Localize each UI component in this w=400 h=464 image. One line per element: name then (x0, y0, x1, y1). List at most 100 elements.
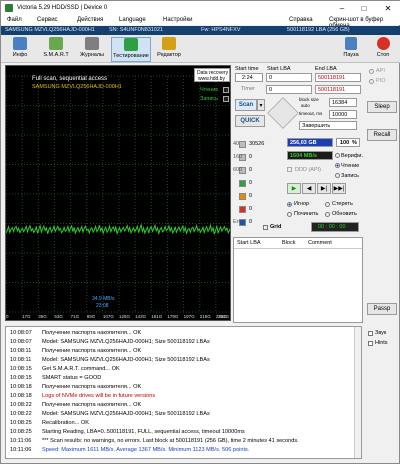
log-time: 10:08:07 (10, 330, 32, 336)
scan-button[interactable]: Scan (235, 99, 257, 111)
stat-swatch (239, 141, 246, 148)
write-radio[interactable] (335, 173, 340, 178)
end-button[interactable]: ▶▶| (332, 183, 346, 194)
end-lba2-field[interactable]: 500118191 (315, 85, 361, 94)
log-row: 10:08:25 Recalibration... OK (10, 420, 89, 426)
start-lba-field[interactable]: 0 (266, 73, 312, 82)
stat-count: 30526 (249, 141, 265, 147)
log-time: 10:08:22 (10, 411, 32, 417)
ignore-label: Игнор (294, 201, 310, 207)
end-lba-field[interactable]: 500118191 (315, 73, 361, 82)
maximize-icon[interactable]: □ (353, 1, 375, 15)
sound-checkbox[interactable] (368, 331, 373, 336)
menu-item-file[interactable]: Файл (7, 16, 22, 24)
test-button[interactable]: Тестирование (111, 37, 151, 62)
x-tick-label: 71G (70, 314, 80, 319)
timeout-select[interactable]: 10000 (329, 110, 357, 119)
timer-field[interactable]: 0 (266, 85, 312, 94)
log-message: Model: SAMSUNG MZVLQ256HAJD-000H1; Size … (42, 411, 210, 417)
log-message: Получение паспорта накопителя... OK (42, 330, 142, 336)
scan-dropdown[interactable]: ▾ (257, 99, 265, 111)
back-button[interactable]: ◀ (302, 183, 316, 194)
log-message: *** Scan results: no warnings, no errors… (42, 438, 299, 444)
info-button[interactable]: Инфо (4, 37, 36, 62)
write-checkbox[interactable] (223, 96, 229, 102)
test-icon (124, 38, 138, 51)
grid-time-value: 00 : 00 : 00 (318, 224, 346, 230)
ddd-checkbox[interactable] (287, 167, 292, 172)
badge-line2: www.hdd.by (198, 76, 225, 82)
plot-model: SAMSUNG MZVLQ256HAJD-000H1 (32, 84, 122, 90)
block-auto-label: auto (301, 103, 310, 108)
log-row: 10:08:11 Получение паспорта накопителя...… (10, 348, 141, 354)
editor-button[interactable]: Редактор (153, 37, 185, 62)
pio-radio[interactable] (369, 79, 374, 84)
log-time: 10:11:06 (10, 438, 32, 444)
close-icon[interactable]: ✕ (377, 1, 399, 15)
log-time: 10:11:06 (10, 447, 32, 453)
recall-button[interactable]: Recall (367, 129, 397, 141)
passp-label: Passp (373, 306, 391, 312)
stat-label: 160 (233, 154, 243, 160)
api-radio[interactable] (369, 69, 374, 74)
passp-button[interactable]: Passp (367, 303, 397, 315)
end-action-select[interactable]: Завершить (299, 121, 357, 130)
timer-label: Timer (241, 86, 255, 92)
col-comment: Comment (308, 240, 332, 246)
smart-button[interactable]: S.M.A.R.T (40, 37, 72, 62)
pause-icon (345, 37, 357, 50)
menu-item-settings[interactable]: Настройки (163, 16, 192, 24)
table-header-divider (234, 248, 362, 249)
data-recovery-badge[interactable]: Data recovery www.hdd.by (194, 68, 230, 82)
x-tick-label: 125G (119, 314, 131, 319)
scan-plot: Full scan, sequential access SAMSUNG MZV… (5, 65, 231, 321)
timer-value: 0 (269, 87, 273, 93)
menu-item-help[interactable]: Справка (289, 16, 313, 24)
hints-checkbox[interactable] (368, 341, 373, 346)
log-row: 10:08:11 Model: SAMSUNG MZVLQ256HAJD-000H… (10, 357, 210, 363)
info-icon (13, 37, 27, 50)
log-message: Logs of NVMe drives will be in future ve… (42, 393, 156, 399)
stat-label: 600 (233, 167, 243, 173)
grid-checkbox[interactable] (263, 225, 268, 230)
title-bar[interactable]: Victoria 5.29 HDD/SSD | Device 0 – □ ✕ (1, 1, 400, 15)
quick-button[interactable]: QUICK (235, 115, 265, 127)
ignore-radio[interactable] (287, 202, 292, 207)
end-lba2-value: 500118191 (318, 87, 346, 93)
device-info-bar: SAMSUNG MZVLQ256HAJD-000H1 SN: S4UNF0N83… (1, 26, 400, 35)
quick-button-label: QUICK (240, 118, 260, 124)
block-size-label: block size (299, 97, 319, 102)
read-radio[interactable] (335, 163, 340, 168)
journal-button[interactable]: Журналы (76, 37, 108, 62)
verify-radio[interactable] (335, 153, 340, 158)
journal-label: Журналы (79, 52, 105, 58)
stop-button[interactable]: Стоп (367, 37, 399, 62)
minimize-icon[interactable]: – (331, 1, 353, 15)
menu-item-language[interactable]: Language (119, 16, 146, 24)
play-button[interactable]: ▶ (287, 183, 301, 194)
erase-radio[interactable] (325, 202, 330, 207)
stat-swatch (239, 193, 246, 200)
block-size-select[interactable]: 16384 (329, 98, 357, 107)
log-row: 10:08:22 Model: SAMSUNG MZVLQ256HAJD-000H… (10, 411, 210, 417)
log-row: 10:08:15 Get S.M.A.R.T. command... OK (10, 366, 120, 372)
repair-radio[interactable] (287, 212, 292, 217)
start-time-field[interactable]: 2:24 (235, 73, 263, 82)
read-checkbox[interactable] (223, 87, 229, 93)
log-scrollbar[interactable] (354, 327, 361, 458)
skip-button[interactable]: ▶| (317, 183, 331, 194)
direction-pad[interactable] (267, 97, 299, 129)
log-message: SMART status = GOOD (42, 375, 102, 381)
refresh-radio[interactable] (325, 212, 330, 217)
menu-item-service[interactable]: Сервис (37, 16, 58, 24)
event-log[interactable]: 10:08:07 Получение паспорта накопителя...… (5, 326, 362, 459)
stat-label: Err (233, 219, 241, 225)
sleep-button[interactable]: Sleep (367, 101, 397, 113)
menu-item-actions[interactable]: Действия (77, 16, 103, 24)
processed-value: 256,03 GB (290, 140, 317, 146)
log-row: 10:11:06 Speed: Maximum 1611 MB/s. Averag… (10, 447, 249, 453)
log-time: 10:08:15 (10, 375, 32, 381)
end-lba-label: End LBA (315, 66, 337, 72)
pause-button[interactable]: Пауза (335, 37, 367, 62)
x-tick-label: 35G (38, 314, 47, 319)
